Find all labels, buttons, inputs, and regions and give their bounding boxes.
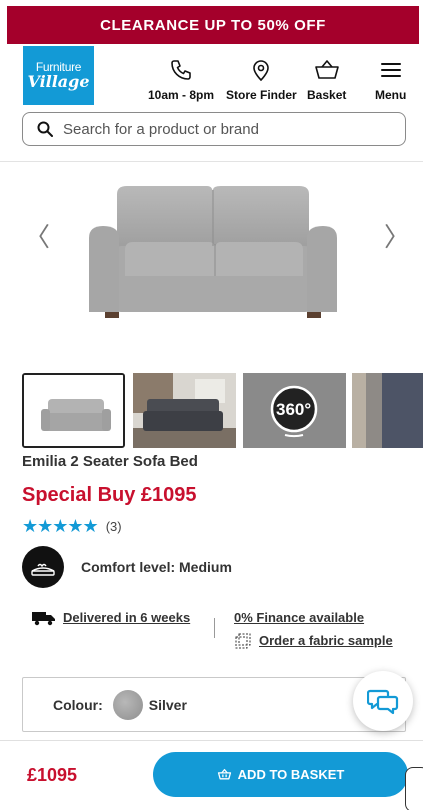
- promo-banner[interactable]: CLEARANCE UP TO 50% OFF: [7, 6, 419, 44]
- comfort-level: Comfort level: Medium: [22, 546, 232, 588]
- colour-swatch[interactable]: [112, 689, 143, 720]
- product-price: Special Buy £1095: [22, 484, 197, 506]
- review-count[interactable]: (3): [106, 519, 122, 534]
- basket-label: Basket: [307, 88, 347, 102]
- browser-corner-widget: [405, 767, 423, 810]
- search-icon: [37, 121, 53, 137]
- add-to-basket-button[interactable]: ADD TO BASKET: [153, 752, 408, 797]
- thumbnail-room-scene-image: [133, 373, 236, 448]
- star-rating-icon: ★★★★★: [22, 516, 99, 536]
- menu-button[interactable]: Menu: [375, 58, 406, 102]
- store-finder-label: Store Finder: [226, 88, 297, 102]
- fabric-sample-icon: [235, 633, 251, 649]
- comfort-level-icon: [22, 546, 64, 588]
- opening-hours-label: 10am - 8pm: [148, 88, 215, 102]
- comfort-level-text: Comfort level: Medium: [81, 559, 232, 575]
- chat-bubbles-icon: [367, 689, 399, 715]
- furniture-village-logo[interactable]: Furniture Village: [23, 46, 94, 105]
- opening-hours-button[interactable]: 10am - 8pm: [148, 58, 214, 102]
- sticky-price: £1095: [27, 765, 78, 785]
- location-pin-icon: [253, 60, 270, 82]
- store-finder-button[interactable]: Store Finder: [226, 58, 297, 102]
- product-title: Emilia 2 Seater Sofa Bed: [22, 453, 198, 470]
- menu-label: Menu: [375, 88, 407, 102]
- basket-icon: [217, 768, 231, 780]
- search-input[interactable]: [63, 120, 383, 138]
- thumbnail-strip: 360°: [22, 373, 423, 449]
- thumbnail-360-label: 360°: [276, 400, 312, 419]
- hamburger-menu-icon: [380, 63, 401, 77]
- live-chat-button[interactable]: [353, 671, 413, 731]
- add-to-basket-label: ADD TO BASKET: [237, 767, 345, 782]
- thumbnail-room-scene[interactable]: [133, 373, 236, 448]
- thumbnail-360-view[interactable]: 360°: [243, 373, 346, 448]
- gallery-prev-arrow[interactable]: 〈: [24, 217, 50, 254]
- delivery-link[interactable]: Delivered in 6 weeks: [63, 610, 190, 625]
- product-gallery[interactable]: 〈 〉: [0, 162, 423, 362]
- fabric-sample-link[interactable]: Order a fabric sample: [259, 633, 393, 648]
- sticky-add-to-basket-bar: £1095 ADD TO BASKET: [0, 740, 423, 810]
- colour-selector[interactable]: Colour: Silver: [22, 677, 406, 732]
- search-bar[interactable]: [22, 112, 406, 146]
- product-rating[interactable]: ★★★★★ (3): [22, 516, 122, 537]
- thumbnail-sofa-front-image: [24, 375, 123, 446]
- sofa-main-image: [89, 186, 337, 318]
- basket-icon: [314, 60, 339, 79]
- colour-label: Colour:: [53, 696, 103, 713]
- basket-button[interactable]: Basket: [307, 58, 346, 102]
- delivery-truck-icon: [32, 612, 55, 626]
- thumbnail-sofa-front[interactable]: [22, 373, 125, 448]
- gallery-next-arrow[interactable]: 〉: [384, 217, 410, 254]
- finance-link[interactable]: 0% Finance available: [234, 610, 364, 625]
- promo-text: CLEARANCE UP TO 50% OFF: [100, 16, 326, 34]
- phone-icon: [171, 60, 191, 80]
- logo-line2: Village: [27, 72, 90, 91]
- site-header: Furniture Village 10am - 8pm Store Finde…: [0, 44, 423, 106]
- info-divider: [214, 618, 215, 638]
- colour-value: Silver: [148, 696, 187, 713]
- thumbnail-fabric-detail-image: [352, 373, 423, 448]
- thumbnail-fabric-detail[interactable]: [352, 373, 423, 448]
